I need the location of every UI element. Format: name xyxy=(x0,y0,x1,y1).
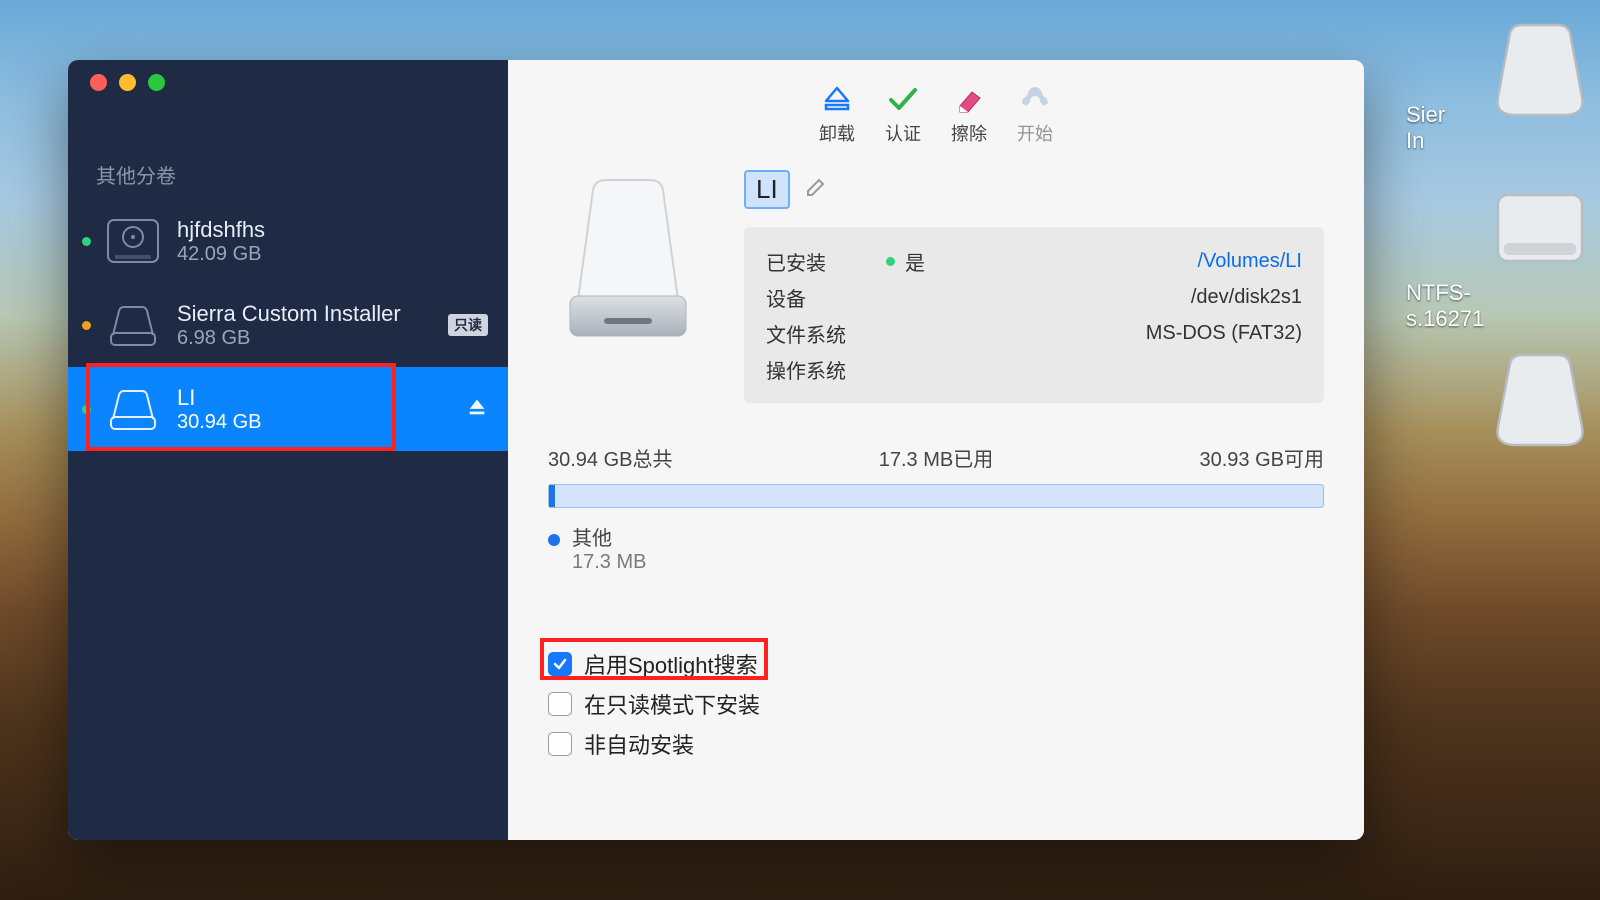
options-section: 启用Spotlight搜索 在只读模式下安装 非自动安装 xyxy=(548,644,1324,764)
toolbar-label: 认证 xyxy=(885,120,921,146)
legend-name: 其他 xyxy=(572,528,612,550)
minimize-button[interactable] xyxy=(119,74,136,91)
checkbox-icon[interactable] xyxy=(548,732,572,756)
mounted-label: 已安装 xyxy=(766,247,886,276)
external-drive-icon xyxy=(105,301,161,349)
edit-icon[interactable] xyxy=(804,175,828,204)
device-value: /dev/disk2s1 xyxy=(1191,286,1302,309)
os-label: 操作系统 xyxy=(766,355,886,384)
toolbar-label: 卸载 xyxy=(819,120,855,146)
usage-bar-fill xyxy=(549,485,555,507)
external-drive-icon xyxy=(105,385,161,433)
option-noauto[interactable]: 非自动安装 xyxy=(548,724,1324,764)
sidebar-volume-sierra-installer[interactable]: Sierra Custom Installer 6.98 GB 只读 xyxy=(68,283,508,367)
verify-button[interactable]: 认证 xyxy=(885,84,921,146)
option-label: 启用Spotlight搜索 xyxy=(584,648,758,680)
toolbar-label: 开始 xyxy=(1017,120,1053,146)
volume-name: hjfdshfhs xyxy=(177,216,488,244)
option-label: 非自动安装 xyxy=(584,728,694,760)
toolbar: 卸载 认证 擦除 开始 xyxy=(508,60,1364,170)
usage-free: 30.93 GB可用 xyxy=(1199,443,1324,472)
volume-size: 6.98 GB xyxy=(177,327,448,350)
mounted-value: 是 xyxy=(905,247,925,276)
volume-name-input[interactable]: LI xyxy=(744,170,790,209)
filesystem-label: 文件系统 xyxy=(766,319,886,348)
checkbox-checked-icon[interactable] xyxy=(548,652,572,676)
legend-dot-icon xyxy=(548,534,560,546)
usage-bar xyxy=(548,484,1324,508)
sidebar-volume-hjfdshfhs[interactable]: hjfdshfhs 42.09 GB xyxy=(68,199,508,283)
device-label: 设备 xyxy=(766,283,886,312)
sidebar-section-label: 其他分卷 xyxy=(68,104,508,199)
close-button[interactable] xyxy=(90,74,107,91)
desktop-item-label-2: NTFS- s.16271 xyxy=(1406,280,1596,332)
volume-name: Sierra Custom Installer xyxy=(177,300,448,328)
option-label: 在只读模式下安装 xyxy=(584,688,760,720)
usage-section: 30.94 GB总共 17.3 MB已用 30.93 GB可用 其他 17.3 … xyxy=(548,443,1324,574)
start-button[interactable]: 开始 xyxy=(1017,84,1053,146)
internal-drive-icon xyxy=(105,217,161,265)
desktop-item-label: Sier In xyxy=(1406,102,1596,154)
status-dot-icon xyxy=(82,405,91,414)
volume-name: LI xyxy=(177,384,466,412)
status-dot-icon xyxy=(82,321,91,330)
mount-path-link[interactable]: /Volumes/LI xyxy=(1197,250,1302,273)
usage-used: 17.3 MB已用 xyxy=(879,443,993,472)
volume-size: 42.09 GB xyxy=(177,243,488,266)
readonly-badge: 只读 xyxy=(448,314,488,336)
legend-size: 17.3 MB xyxy=(572,551,1324,574)
sidebar-volume-li[interactable]: LI 30.94 GB xyxy=(68,367,508,451)
eject-icon[interactable] xyxy=(466,396,488,423)
desktop-drive-icon-2[interactable] xyxy=(1480,176,1600,286)
option-spotlight[interactable]: 启用Spotlight搜索 xyxy=(548,644,1324,684)
window-controls xyxy=(68,60,508,104)
app-window: 其他分卷 hjfdshfhs 42.09 GB Sierra Custom In… xyxy=(68,60,1364,840)
usage-total: 30.94 GB总共 xyxy=(548,443,673,472)
volume-info-panel: 已安装 是 /Volumes/LI 设备 /dev/disk2s1 文件系统 xyxy=(744,227,1324,403)
volume-large-icon xyxy=(548,170,708,350)
content-pane: 卸载 认证 擦除 开始 xyxy=(508,60,1364,840)
toolbar-label: 擦除 xyxy=(951,120,987,146)
volume-size: 30.94 GB xyxy=(177,411,466,434)
zoom-button[interactable] xyxy=(148,74,165,91)
sidebar: 其他分卷 hjfdshfhs 42.09 GB Sierra Custom In… xyxy=(68,60,508,840)
unmount-button[interactable]: 卸载 xyxy=(819,84,855,146)
option-readonly[interactable]: 在只读模式下安装 xyxy=(548,684,1324,724)
filesystem-value: MS-DOS (FAT32) xyxy=(1146,322,1302,345)
erase-button[interactable]: 擦除 xyxy=(951,84,987,146)
status-dot-icon xyxy=(82,237,91,246)
desktop-drive-icon-3[interactable] xyxy=(1480,348,1600,458)
status-dot-icon xyxy=(886,257,895,266)
checkbox-icon[interactable] xyxy=(548,692,572,716)
